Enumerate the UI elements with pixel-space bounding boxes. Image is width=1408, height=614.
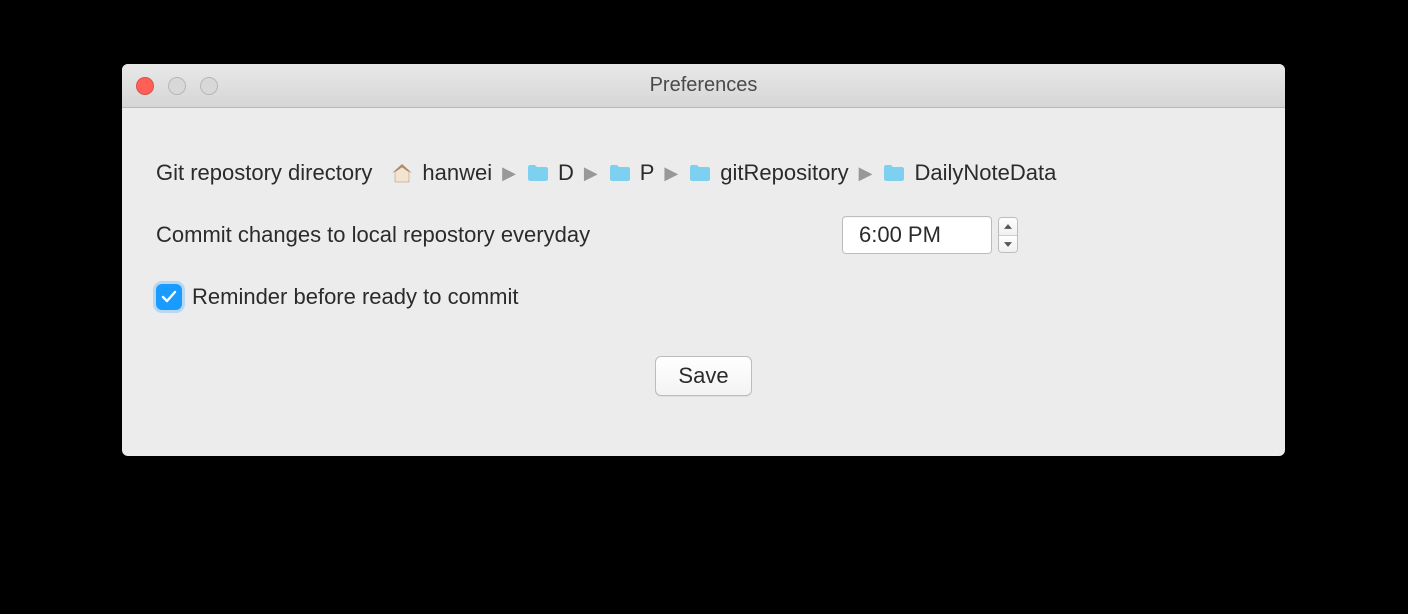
breadcrumb-segment[interactable]: hanwei: [390, 160, 492, 186]
reminder-label: Reminder before ready to commit: [192, 284, 518, 310]
chevron-right-icon: ▶: [502, 163, 516, 184]
chevron-right-icon: ▶: [664, 163, 678, 184]
preferences-window: Preferences Git repostory directory hanw…: [122, 64, 1285, 456]
commit-schedule-row: Commit changes to local repostory everyd…: [156, 216, 1251, 254]
save-button[interactable]: Save: [655, 356, 751, 396]
chevron-right-icon: ▶: [859, 163, 873, 184]
breadcrumb-label: gitRepository: [720, 160, 848, 186]
time-stepper-buttons: [998, 217, 1018, 253]
window-title: Preferences: [122, 74, 1285, 97]
reminder-checkbox[interactable]: [156, 284, 182, 310]
commit-schedule-label: Commit changes to local repostory everyd…: [156, 222, 842, 248]
zoom-button[interactable]: [200, 77, 218, 95]
breadcrumb-label: hanwei: [422, 160, 492, 186]
close-button[interactable]: [136, 77, 154, 95]
chevron-up-icon: [1004, 224, 1012, 229]
chevron-right-icon: ▶: [584, 163, 598, 184]
folder-icon: [882, 161, 906, 185]
breadcrumb-segment[interactable]: gitRepository: [688, 160, 848, 186]
breadcrumb-segment[interactable]: D: [526, 160, 574, 186]
check-icon: [161, 289, 177, 305]
traffic-lights: [136, 77, 218, 95]
commit-time-stepper: 6:00 PM: [842, 216, 1018, 254]
repo-path-breadcrumb[interactable]: hanwei ▶ D ▶ P ▶ gitRepository ▶ DailyNoteData: [390, 160, 1056, 186]
folder-icon: [688, 161, 712, 185]
repo-dir-row: Git repostory directory hanwei ▶ D ▶ P ▶ gitRe…: [156, 160, 1251, 186]
breadcrumb-label: DailyNoteData: [914, 160, 1056, 186]
folder-icon: [608, 161, 632, 185]
breadcrumb-label: P: [640, 160, 655, 186]
home-icon: [390, 161, 414, 185]
breadcrumb-segment[interactable]: P: [608, 160, 655, 186]
breadcrumb-segment[interactable]: DailyNoteData: [882, 160, 1056, 186]
commit-time-field[interactable]: 6:00 PM: [842, 216, 992, 254]
save-row: Save: [156, 356, 1251, 396]
stepper-up-button[interactable]: [999, 218, 1017, 235]
folder-icon: [526, 161, 550, 185]
breadcrumb-label: D: [558, 160, 574, 186]
titlebar: Preferences: [122, 64, 1285, 108]
content: Git repostory directory hanwei ▶ D ▶ P ▶ gitRe…: [122, 108, 1285, 456]
reminder-row: Reminder before ready to commit: [156, 284, 1251, 310]
chevron-down-icon: [1004, 242, 1012, 247]
minimize-button[interactable]: [168, 77, 186, 95]
stepper-down-button[interactable]: [999, 235, 1017, 252]
repo-dir-label: Git repostory directory: [156, 160, 372, 186]
